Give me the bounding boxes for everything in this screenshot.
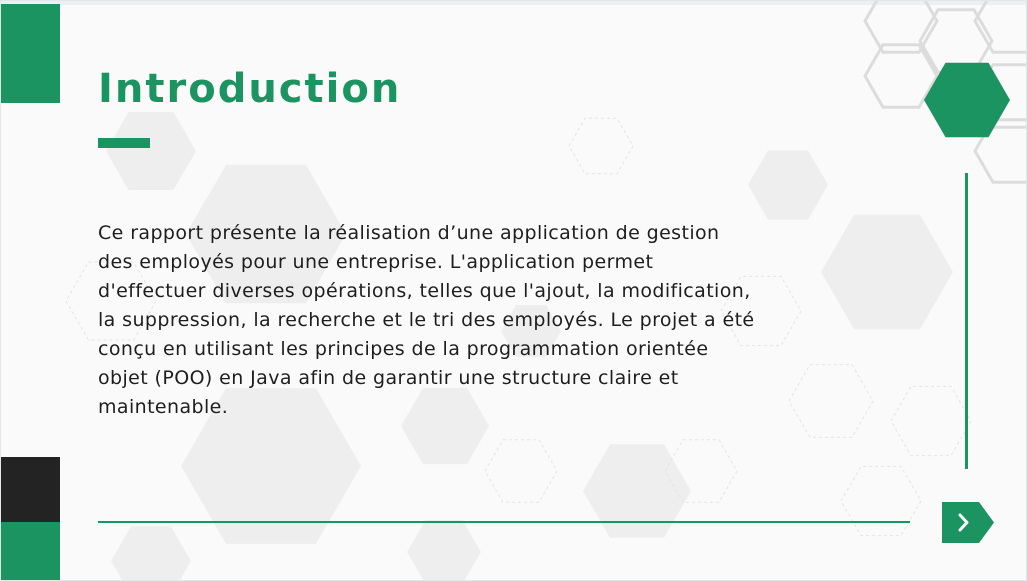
background-hexagon — [407, 520, 481, 580]
background-hexagon — [106, 112, 196, 190]
slide-body-text: Ce rapport présente la réalisation d’une… — [98, 222, 755, 418]
accent-bar-top-left — [1, 4, 60, 103]
background-hexagon-dashed — [890, 385, 972, 457]
background-hexagon-dashed — [568, 117, 634, 175]
chevron-right-icon — [942, 502, 994, 543]
slide: Introduction Ce rapport présente la réal… — [0, 0, 1027, 581]
background-hexagon — [111, 526, 191, 580]
background-hexagon — [583, 444, 691, 538]
next-slide-button[interactable] — [942, 502, 994, 543]
dark-block-bottom-left — [1, 457, 60, 522]
background-hexagon — [748, 150, 828, 220]
vertical-divider — [965, 173, 968, 469]
background-hexagon — [821, 214, 953, 330]
accent-block-bottom-left — [1, 522, 60, 580]
background-hexagon-dashed — [840, 465, 922, 537]
background-hexagon-dashed — [484, 439, 558, 503]
horizontal-divider — [98, 521, 910, 523]
slide-title: Introduction — [98, 66, 402, 112]
background-hexagon-dashed — [788, 364, 874, 438]
title-underline — [98, 138, 150, 148]
